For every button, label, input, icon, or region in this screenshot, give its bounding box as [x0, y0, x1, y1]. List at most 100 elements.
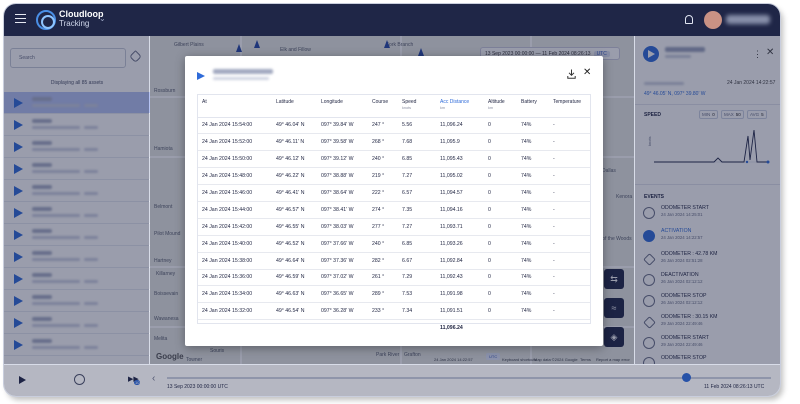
- table-row[interactable]: 24 Jan 2024 15:38:00 49° 46.64' N 097° 37.…: [198, 252, 590, 270]
- table-cell: 49° 46.22' N: [272, 167, 317, 186]
- table-cell: 24 Jan 2024 15:54:00: [198, 117, 272, 135]
- table-cell: 0: [484, 302, 517, 321]
- table-cell: -: [549, 201, 590, 219]
- table-cell: 11,094.57: [436, 184, 484, 202]
- table-cell: 240 °: [368, 235, 398, 253]
- table-cell: 0: [484, 117, 517, 135]
- table-row[interactable]: 24 Jan 2024 15:36:00 49° 46.59' N 097° 37.…: [198, 269, 590, 287]
- table-row[interactable]: 24 Jan 2024 15:40:00 49° 46.52' N 097° 37.…: [198, 235, 590, 253]
- column-header[interactable]: Speed knots: [398, 95, 436, 118]
- table-row[interactable]: 24 Jan 2024 15:44:00 49° 46.57' N 097° 38.…: [198, 201, 590, 219]
- table-cell: 261 °: [368, 269, 398, 287]
- column-unit: km: [440, 106, 446, 110]
- table-body: 24 Jan 2024 15:54:00 49° 46.04' N 097° 39.…: [198, 117, 590, 337]
- table-cell: [549, 320, 590, 337]
- table-cell: [398, 320, 436, 337]
- table-row[interactable]: 24 Jan 2024 15:54:00 49° 46.04' N 097° 39.…: [198, 117, 590, 135]
- table-cell: 49° 46.54' N: [272, 302, 317, 321]
- table-cell: -: [549, 133, 590, 152]
- table-cell: 274 °: [368, 201, 398, 219]
- table-cell: 6.85: [398, 150, 436, 169]
- table-cell: 74%: [517, 150, 549, 169]
- table-cell: [272, 320, 317, 337]
- total-distance: 11,096.24: [440, 325, 463, 332]
- table-cell: 240 °: [368, 150, 398, 169]
- table-cell: 0: [484, 133, 517, 152]
- table-cell: -: [549, 218, 590, 236]
- table-cell: 097° 36.65' W: [317, 285, 368, 304]
- table-row[interactable]: 24 Jan 2024 15:52:00 49° 46.11' N 097° 39.…: [198, 133, 590, 152]
- table-cell: 49° 46.11' N: [272, 133, 317, 152]
- table-cell: 24 Jan 2024 15:40:00: [198, 235, 272, 253]
- table-cell: 74%: [517, 235, 549, 253]
- table-cell: 289 °: [368, 285, 398, 304]
- column-label: Battery: [521, 99, 537, 105]
- table-cell: 6.57: [398, 184, 436, 202]
- table-cell: 5.56: [398, 117, 436, 135]
- table-cell: 0: [484, 218, 517, 236]
- table-row[interactable]: 24 Jan 2024 15:42:00 49° 46.55' N 097° 38.…: [198, 218, 590, 236]
- chevron-down-icon[interactable]: ⌄: [99, 14, 106, 23]
- table-cell: 49° 46.41' N: [272, 184, 317, 202]
- close-icon[interactable]: ✕: [583, 68, 591, 78]
- column-header[interactable]: Course: [368, 95, 398, 118]
- table-cell: 7.27: [398, 218, 436, 236]
- avatar[interactable]: [704, 11, 722, 29]
- table-cell: 0: [484, 285, 517, 304]
- table-cell: 11,091.98: [436, 285, 484, 304]
- column-header[interactable]: Latitude: [272, 95, 317, 118]
- column-header[interactable]: Acc Distance km: [436, 95, 484, 118]
- table-cell: 097° 37.36' W: [317, 252, 368, 270]
- table-row[interactable]: 24 Jan 2024 15:50:00 49° 46.12' N 097° 39.…: [198, 150, 590, 169]
- table-row[interactable]: 24 Jan 2024 15:48:00 49° 46.22' N 097° 38.…: [198, 167, 590, 186]
- table-row[interactable]: 24 Jan 2024 15:34:00 49° 46.63' N 097° 36.…: [198, 285, 590, 304]
- table-row[interactable]: 24 Jan 2024 15:46:00 49° 46.41' N 097° 38.…: [198, 184, 590, 202]
- table-header: At Latitude Longitude Course Speed knots Acc D…: [198, 95, 590, 118]
- table-cell: 247 °: [368, 117, 398, 135]
- table-cell: 11,092.84: [436, 252, 484, 270]
- table-cell: 74%: [517, 184, 549, 202]
- column-header[interactable]: Battery: [517, 95, 549, 118]
- table-cell: 24 Jan 2024 15:38:00: [198, 252, 272, 270]
- table-cell: 277 °: [368, 218, 398, 236]
- column-header[interactable]: At: [198, 95, 272, 118]
- table-cell: 7.68: [398, 133, 436, 152]
- column-header[interactable]: Temperature: [549, 95, 590, 118]
- column-unit: knots: [402, 106, 412, 110]
- table-cell: 24 Jan 2024 15:42:00: [198, 218, 272, 236]
- table-cell: 282 °: [368, 252, 398, 270]
- table-cell: 097° 37.02' W: [317, 269, 368, 287]
- menu-icon[interactable]: [15, 14, 26, 23]
- table-cell: [517, 320, 549, 337]
- table-cell: 74%: [517, 133, 549, 152]
- table-cell: [484, 320, 517, 337]
- timeline-overlay: [4, 365, 780, 396]
- table-cell: 097° 36.28' W: [317, 302, 368, 321]
- table-cell: 49° 46.63' N: [272, 285, 317, 304]
- table-cell: 11,095.9: [436, 133, 484, 152]
- table-cell: 11,095.02: [436, 167, 484, 186]
- table-cell: 0: [484, 235, 517, 253]
- top-bar: Cloudloop Tracking ⌄: [4, 4, 780, 36]
- column-header[interactable]: Longitude: [317, 95, 368, 118]
- user-name-redacted[interactable]: [726, 15, 770, 24]
- table-cell: 49° 46.52' N: [272, 235, 317, 253]
- table-cell: 7.29: [398, 269, 436, 287]
- bell-icon[interactable]: [685, 15, 693, 24]
- table-cell: 0: [484, 150, 517, 169]
- column-header[interactable]: Altitude km: [484, 95, 517, 118]
- table-cell: 24 Jan 2024 15:32:00: [198, 302, 272, 321]
- table-cell: 74%: [517, 285, 549, 304]
- column-label: Speed: [402, 99, 417, 105]
- column-label: Acc Distance: [440, 99, 470, 105]
- table-cell: 097° 39.12' W: [317, 150, 368, 169]
- table-row[interactable]: 24 Jan 2024 15:32:00 49° 46.54' N 097° 36.…: [198, 302, 590, 321]
- table-cell: 219 °: [368, 167, 398, 186]
- table-cell: 6.67: [398, 252, 436, 270]
- table-cell: 49° 46.12' N: [272, 150, 317, 169]
- download-icon[interactable]: [567, 69, 576, 79]
- column-label: At: [202, 99, 207, 105]
- table-cell: 0: [484, 269, 517, 287]
- table-cell: -: [549, 252, 590, 270]
- column-label: Altitude: [488, 99, 505, 105]
